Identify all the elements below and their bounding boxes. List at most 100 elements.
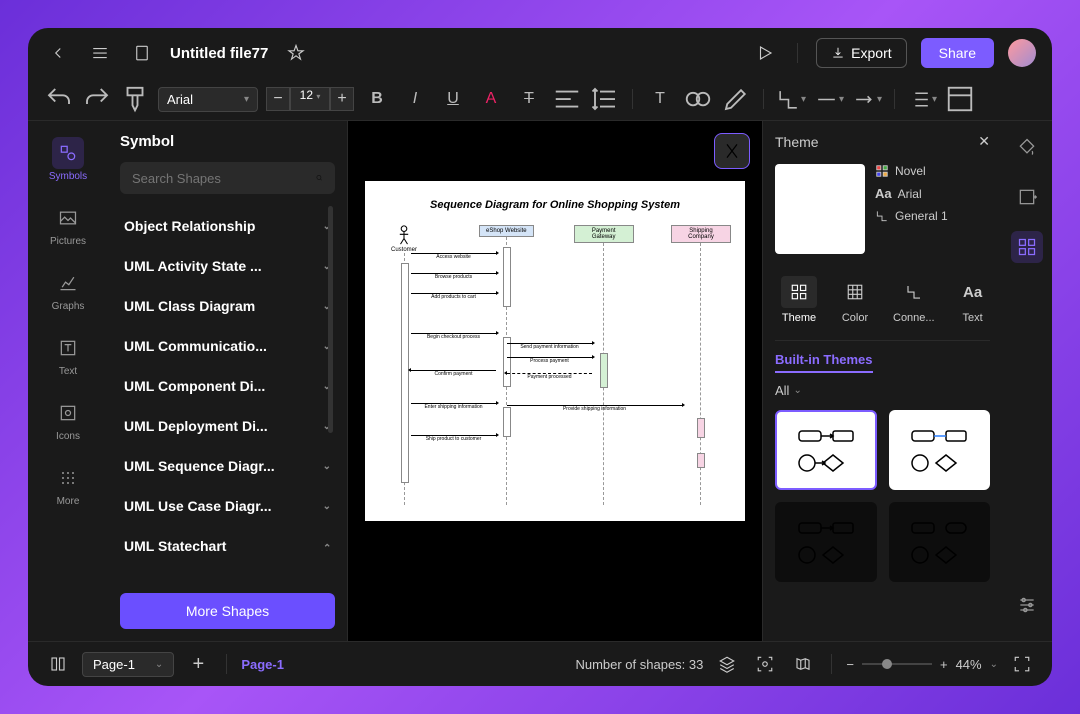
page-tab[interactable]: Page-1 (241, 657, 284, 672)
theme-card[interactable] (889, 502, 991, 582)
underline-icon[interactable]: U (438, 84, 468, 114)
font-color-icon[interactable]: A (476, 84, 506, 114)
italic-icon[interactable]: I (400, 84, 430, 114)
align-icon[interactable] (552, 84, 582, 114)
font-size-input[interactable]: 12 ▾ (290, 87, 330, 111)
rail-theme-icon[interactable] (1011, 231, 1043, 263)
tab-text[interactable]: AaText (949, 270, 997, 330)
share-button[interactable]: Share (921, 38, 994, 68)
zoom-out[interactable]: − (846, 657, 854, 672)
pages-icon[interactable] (44, 650, 72, 678)
rail-settings-icon[interactable] (1011, 589, 1043, 621)
diagram-canvas[interactable]: Sequence Diagram for Online Shopping Sys… (365, 181, 745, 521)
font-size-decrease[interactable]: − (266, 87, 290, 111)
shape-cat[interactable]: UML Class Diagram⌄ (120, 286, 335, 326)
user-avatar[interactable] (1008, 39, 1036, 67)
line-height-icon[interactable] (590, 84, 620, 114)
zoom-controls: − + 44% ⌄ (846, 657, 998, 672)
bold-icon[interactable]: B (362, 84, 392, 114)
strikethrough-icon[interactable]: T (514, 84, 544, 114)
topbar: Untitled file77 Export Share (28, 28, 1052, 78)
back-button[interactable] (44, 39, 72, 67)
shape-cat[interactable]: UML Sequence Diagr...⌄ (120, 446, 335, 486)
shape-cat[interactable]: UML Component Di...⌄ (120, 366, 335, 406)
page-select[interactable]: Page-1⌄ (82, 652, 174, 677)
shapes-search-input[interactable] (132, 171, 308, 186)
rail-fill-icon[interactable] (1011, 131, 1043, 163)
zoom-value[interactable]: 44% (956, 657, 982, 672)
lifeline-box: Shipping Company (671, 225, 731, 243)
rail-insert-icon[interactable] (1011, 181, 1043, 213)
close-icon[interactable]: ✕ (978, 133, 990, 150)
shapes-panel: Symbol Object Relationship⌄ UML Activity… (108, 121, 348, 641)
main-area: Symbols Pictures Graphs Text Icons More … (28, 121, 1052, 641)
tab-color[interactable]: Color (831, 270, 879, 330)
shape-cat[interactable]: UML Activity State ...⌄ (120, 246, 335, 286)
theme-tabs: Theme Color Conne... AaText (775, 270, 990, 341)
rail-pictures[interactable]: Pictures (28, 196, 108, 253)
shape-cat[interactable]: UML Statechart⌄ (120, 526, 335, 566)
add-page-icon[interactable]: + (184, 650, 212, 678)
zoom-slider[interactable] (862, 663, 932, 665)
font-size-group: − 12 ▾ + (266, 87, 354, 111)
play-icon[interactable] (751, 39, 779, 67)
focus-icon[interactable] (751, 650, 779, 678)
actor-icon (397, 225, 411, 245)
zoom-in[interactable]: + (940, 657, 948, 672)
theme-panel: Theme ✕ Novel AaArial General 1 Theme Co… (762, 121, 1002, 641)
menu-icon[interactable] (86, 39, 114, 67)
more-shapes-button[interactable]: More Shapes (120, 593, 335, 629)
rail-graphs[interactable]: Graphs (28, 261, 108, 318)
layers-icon[interactable] (713, 650, 741, 678)
builtin-themes-label: Built-in Themes (775, 352, 873, 373)
scrollbar[interactable] (328, 206, 333, 433)
line-style-icon[interactable]: ▾ (814, 84, 844, 114)
map-icon[interactable] (789, 650, 817, 678)
diagram-title: Sequence Diagram for Online Shopping Sys… (379, 199, 731, 211)
redo-icon[interactable] (82, 84, 112, 114)
rail-text[interactable]: Text (28, 326, 108, 383)
shapes-search[interactable] (120, 162, 335, 194)
left-icon-rail: Symbols Pictures Graphs Text Icons More (28, 121, 108, 641)
pen-icon[interactable] (721, 84, 751, 114)
tab-connector[interactable]: Conne... (887, 270, 941, 330)
font-size-increase[interactable]: + (330, 87, 354, 111)
font-select[interactable]: Arial▾ (158, 87, 258, 112)
lifeline-box: Payment Gateway (574, 225, 634, 243)
text-tool-icon[interactable]: T (645, 84, 675, 114)
shape-category-list: Object Relationship⌄ UML Activity State … (120, 206, 335, 585)
app-window: Untitled file77 Export Share Arial▾ − 12… (28, 28, 1052, 686)
layout-icon[interactable] (945, 84, 975, 114)
shapes-panel-title: Symbol (120, 133, 335, 150)
shape-cat[interactable]: UML Use Case Diagr...⌄ (120, 486, 335, 526)
theme-preview-thumbnail (775, 164, 865, 254)
theme-card[interactable] (889, 410, 991, 490)
search-icon (316, 170, 323, 186)
rail-icons[interactable]: Icons (28, 391, 108, 448)
connector-icon[interactable]: ▾ (776, 84, 806, 114)
right-icon-rail (1002, 121, 1052, 641)
footer: Page-1⌄ + Page-1 Number of shapes: 33 − … (28, 641, 1052, 686)
fullscreen-icon[interactable] (1008, 650, 1036, 678)
theme-card[interactable] (775, 502, 877, 582)
shape-cat[interactable]: UML Deployment Di...⌄ (120, 406, 335, 446)
shape-cat[interactable]: Object Relationship⌄ (120, 206, 335, 246)
link-icon[interactable] (683, 84, 713, 114)
file-title[interactable]: Untitled file77 (170, 45, 268, 62)
file-icon (128, 39, 156, 67)
ai-assist-button[interactable] (714, 133, 750, 169)
theme-card[interactable] (775, 410, 877, 490)
tab-theme[interactable]: Theme (775, 270, 823, 330)
arrow-style-icon[interactable]: ▾ (852, 84, 882, 114)
theme-filter-all[interactable]: All⌄ (775, 383, 990, 398)
rail-more[interactable]: More (28, 456, 108, 513)
theme-panel-title: Theme (775, 134, 819, 150)
rail-symbols[interactable]: Symbols (28, 131, 108, 188)
star-icon[interactable] (282, 39, 310, 67)
format-painter-icon[interactable] (120, 84, 150, 114)
export-button[interactable]: Export (816, 38, 906, 68)
canvas-area[interactable]: Sequence Diagram for Online Shopping Sys… (348, 121, 762, 641)
undo-icon[interactable] (44, 84, 74, 114)
list-icon[interactable]: ▾ (907, 84, 937, 114)
shape-cat[interactable]: UML Communicatio...⌄ (120, 326, 335, 366)
